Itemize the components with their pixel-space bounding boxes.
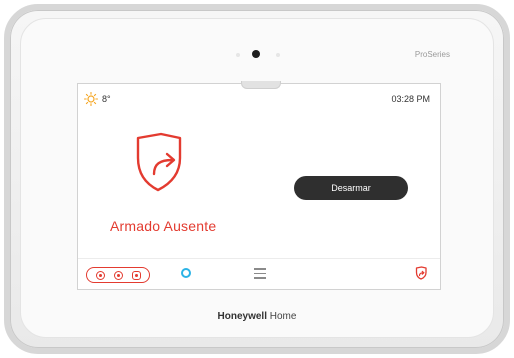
light-sensor bbox=[236, 53, 240, 57]
disarm-button[interactable]: Desarmar bbox=[294, 176, 408, 200]
brand-suffix: Home bbox=[267, 311, 297, 322]
police-sensor-icon bbox=[131, 270, 141, 280]
weather-widget[interactable]: 8° bbox=[84, 92, 111, 106]
screen-pull-tab[interactable] bbox=[241, 81, 281, 89]
brand-name: Honeywell bbox=[217, 311, 267, 322]
proseries-brand: ProSeries bbox=[414, 50, 450, 59]
alexa-icon[interactable] bbox=[181, 268, 191, 278]
temperature-label: 8° bbox=[102, 94, 111, 104]
arm-mode-icon[interactable] bbox=[415, 266, 428, 285]
shield-arm-away-icon bbox=[134, 132, 188, 197]
sensor-status-button[interactable] bbox=[86, 267, 150, 283]
camera-icon bbox=[252, 50, 260, 58]
arm-status-label: Armado Ausente bbox=[110, 218, 217, 234]
light-sensor bbox=[276, 53, 280, 57]
honeywell-home-logo: Honeywell Home bbox=[0, 311, 514, 322]
touch-screen: 8° 03:28 PM Armado Ausente Desarmar bbox=[77, 83, 441, 290]
sun-icon bbox=[84, 92, 98, 106]
clock-label: 03:28 PM bbox=[391, 94, 430, 104]
bottom-nav-bar bbox=[78, 258, 440, 289]
menu-icon[interactable] bbox=[254, 268, 266, 279]
medical-sensor-icon bbox=[113, 270, 123, 280]
fire-sensor-icon bbox=[95, 270, 105, 280]
